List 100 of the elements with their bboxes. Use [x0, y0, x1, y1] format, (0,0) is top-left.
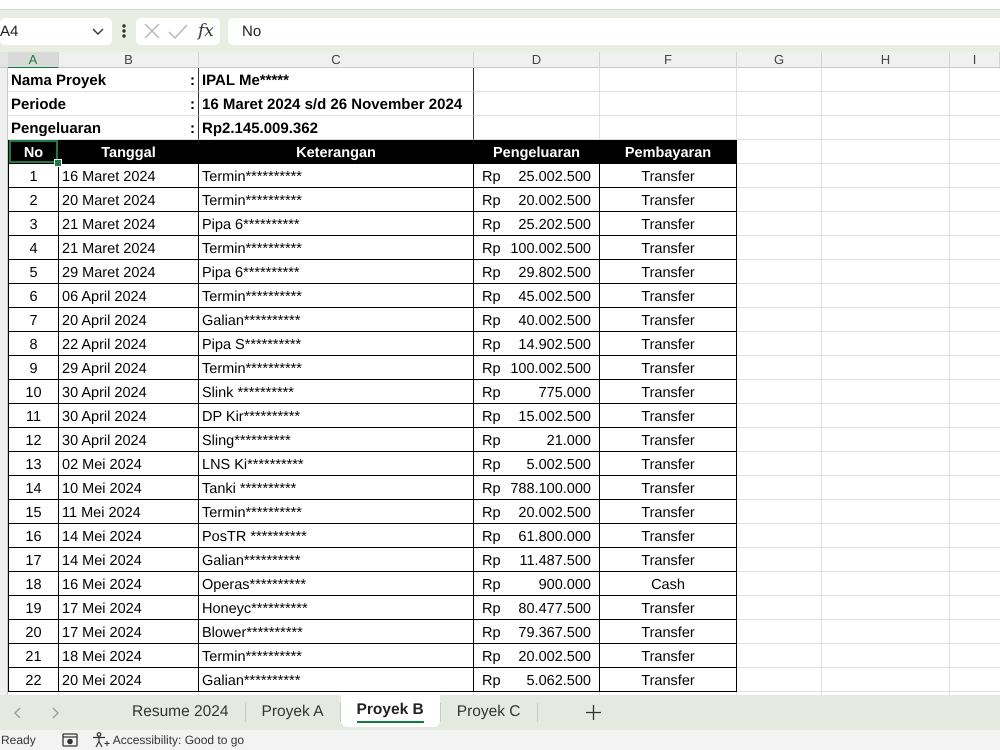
table-cell: Pipa S********** [199, 332, 474, 356]
amount-value: 21.000 [546, 434, 591, 448]
table-cell: Transfer [600, 164, 737, 188]
table-cell: Termin********** [199, 164, 474, 188]
table-cell: 8 [8, 332, 59, 356]
currency-symbol: Rp [482, 218, 501, 232]
table-cell: 22 April 2024 [59, 332, 199, 356]
table-cell: Transfer [600, 500, 737, 524]
table-cell: 16 Maret 2024 [59, 164, 199, 188]
insert-function-button[interactable]: fx [198, 22, 214, 40]
colon-separator: : [190, 121, 195, 136]
plus-icon[interactable] [586, 705, 600, 720]
table-cell: Galian********** [199, 668, 474, 692]
colon-separator: : [190, 97, 195, 112]
table-cell: Tanki ********** [199, 476, 474, 500]
table-cell: 18 Mei 2024 [59, 644, 199, 668]
table-cell: Blower********** [199, 620, 474, 644]
table-cell: 17 [8, 548, 59, 572]
table-cell: Transfer [600, 596, 737, 620]
table-cell: Pipa 6********** [199, 260, 474, 284]
table-header-cell[interactable]: Keterangan [199, 140, 474, 164]
table-header-cell[interactable]: Pengeluaran [474, 140, 600, 164]
table-header-cell[interactable]: No [8, 140, 59, 164]
amount-value: 40.002.500 [518, 314, 591, 328]
table-cell: Transfer [600, 524, 737, 548]
currency-symbol: Rp [482, 434, 501, 448]
table-cell: Termin********** [199, 356, 474, 380]
amount-value: 79.367.500 [518, 626, 591, 640]
accessibility-status[interactable]: Accessibility: Good to go [112, 733, 244, 747]
table-cell: 30 April 2024 [59, 380, 199, 404]
table-cell: Termin********** [199, 188, 474, 212]
table-cell: 9 [8, 356, 59, 380]
table-cell: 29 April 2024 [59, 356, 199, 380]
currency-symbol: Rp [482, 530, 501, 544]
amount-value: 5.002.500 [526, 458, 591, 472]
table-cell: 10 Mei 2024 [59, 476, 199, 500]
table-cell: 4 [8, 236, 59, 260]
table-cell: 29 Maret 2024 [59, 260, 199, 284]
table-cell: Termin********** [199, 500, 474, 524]
table-cell: 21 Maret 2024 [59, 212, 199, 236]
column-header[interactable]: A [8, 52, 59, 69]
table-cell: LNS Ki********** [199, 452, 474, 476]
currency-symbol: Rp [482, 554, 501, 568]
table-cell: Transfer [600, 644, 737, 668]
amount-value: 14.902.500 [518, 338, 591, 352]
currency-symbol: Rp [482, 314, 501, 328]
currency-symbol: Rp [482, 578, 501, 592]
table-cell: Transfer [600, 476, 737, 500]
table-header-cell[interactable]: Pembayaran [600, 140, 737, 164]
currency-symbol: Rp [482, 650, 501, 664]
amount-value: 15.002.500 [518, 410, 591, 424]
amount-value: 788.100.000 [510, 482, 591, 496]
sheet-tab[interactable]: Proyek B [340, 695, 440, 727]
table-cell: Transfer [600, 452, 737, 476]
table-cell: Slink ********** [199, 380, 474, 404]
table-cell: Termin********** [199, 284, 474, 308]
table-cell: 2 [8, 188, 59, 212]
name-box[interactable]: A4 [0, 18, 112, 44]
currency-symbol: Rp [482, 410, 501, 424]
currency-symbol: Rp [482, 626, 501, 640]
table-cell: 20 [8, 620, 59, 644]
sheet-tab[interactable]: Resume 2024 [116, 695, 245, 730]
currency-symbol: Rp [482, 482, 501, 496]
table-cell: Galian********** [199, 308, 474, 332]
currency-symbol: Rp [482, 362, 501, 376]
table-cell: 20 Mei 2024 [59, 668, 199, 692]
amount-value: 80.477.500 [518, 602, 591, 616]
table-cell: 1 [8, 164, 59, 188]
table-cell: Transfer [600, 332, 737, 356]
table-cell: Transfer [600, 260, 737, 284]
record-icon[interactable] [62, 733, 78, 747]
amount-value: 5.062.500 [526, 674, 591, 688]
table-cell: 20 April 2024 [59, 308, 199, 332]
sheet-tab[interactable]: Proyek A [246, 695, 340, 730]
table-cell: Transfer [600, 548, 737, 572]
accessibility-icon[interactable] [92, 732, 110, 748]
more-icon[interactable] [122, 24, 126, 38]
status-text: Ready [1, 733, 36, 747]
currency-symbol: Rp [482, 602, 501, 616]
table-cell: Galian********** [199, 548, 474, 572]
currency-symbol: Rp [482, 194, 501, 208]
table-cell: DP Kir********** [199, 404, 474, 428]
fill-handle-icon[interactable] [54, 159, 62, 167]
formula-field[interactable]: No [228, 18, 1000, 44]
table-cell: 15 [8, 500, 59, 524]
table-cell: 7 [8, 308, 59, 332]
table-cell: 16 Mei 2024 [59, 572, 199, 596]
table-cell: 16 [8, 524, 59, 548]
check-icon[interactable] [168, 24, 188, 38]
table-header-cell[interactable]: Tanggal [59, 140, 199, 164]
table-cell: Transfer [600, 212, 737, 236]
currency-symbol: Rp [482, 674, 501, 688]
currency-symbol: Rp [482, 506, 501, 520]
table-cell: 14 [8, 476, 59, 500]
amount-value: 20.002.500 [518, 506, 591, 520]
sheet-tab[interactable]: Proyek C [440, 695, 536, 730]
table-cell: Operas********** [199, 572, 474, 596]
table-cell: 19 [8, 596, 59, 620]
amount-value: 25.202.500 [518, 218, 591, 232]
table-cell: Honeyc********** [199, 596, 474, 620]
